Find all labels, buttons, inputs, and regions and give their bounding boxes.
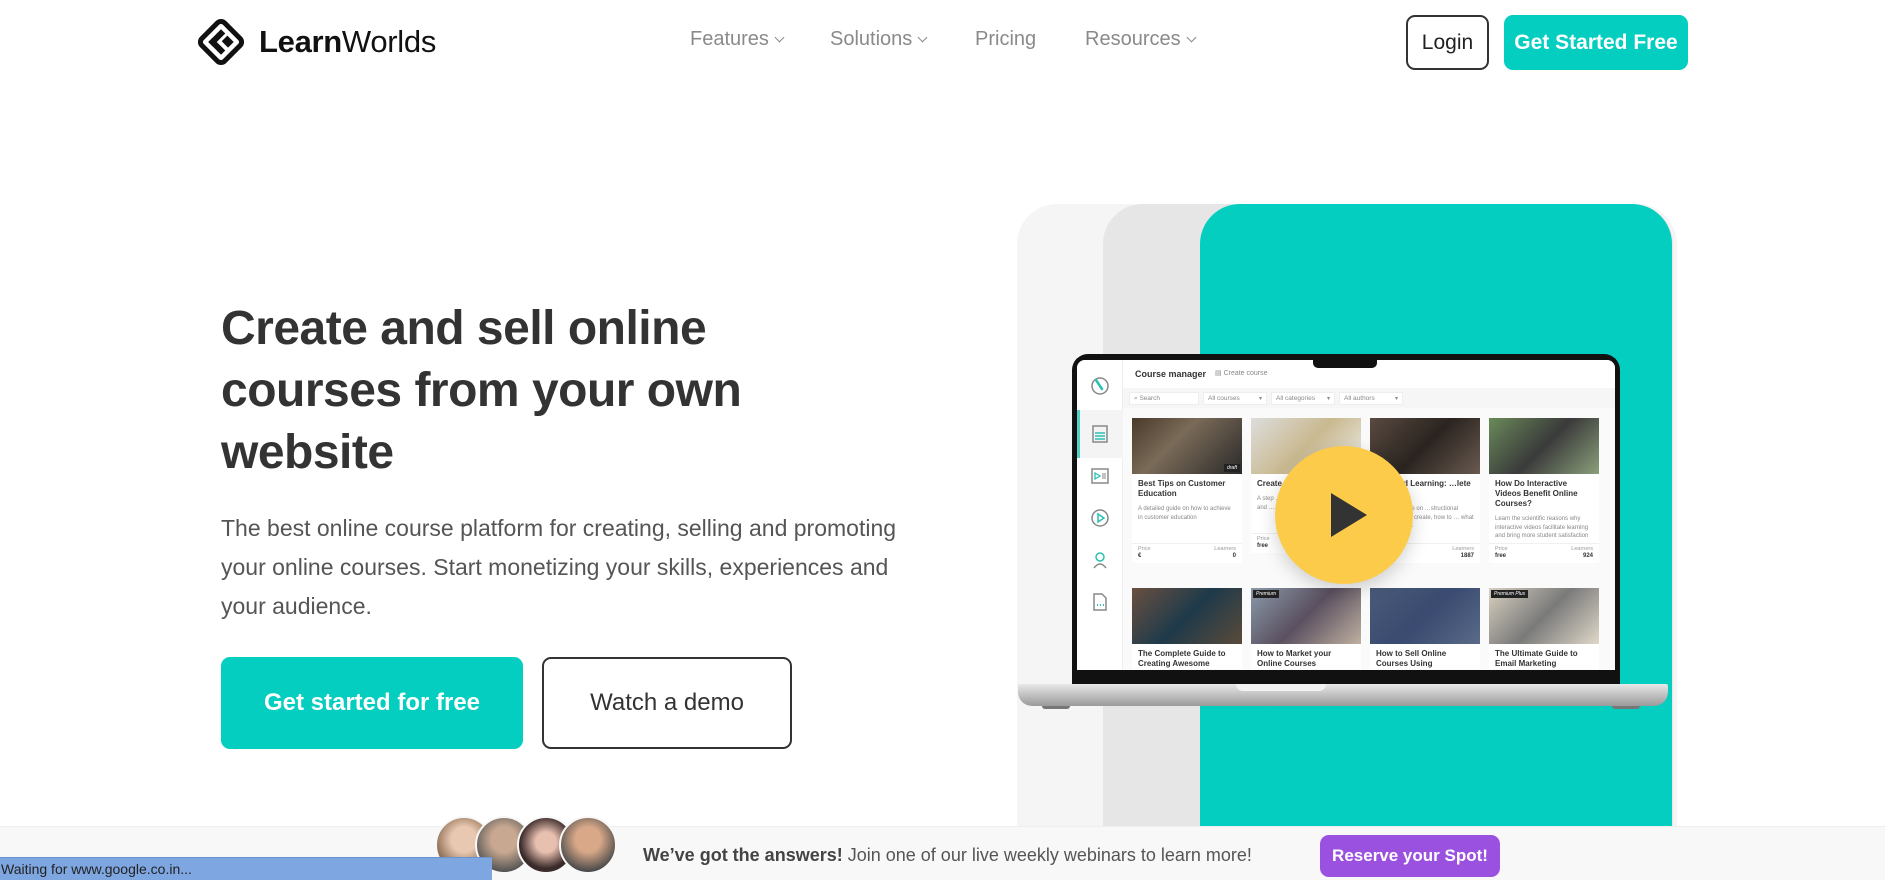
course-card[interactable]: How to Sell Online Courses Using: [1370, 588, 1480, 669]
course-footer: Price free Learners 924: [1489, 543, 1599, 563]
course-title: How to Market your Online Courses: [1257, 649, 1332, 668]
video-list-icon: [1091, 468, 1109, 484]
courses-icon: [1092, 425, 1108, 443]
course-title: The Ultimate Guide to Email Marketing: [1495, 649, 1578, 668]
learners-value: 924: [1582, 553, 1593, 559]
course-card[interactable]: Premium How to Market your Online Course…: [1251, 588, 1361, 669]
nav-pricing-label: Pricing: [975, 28, 1037, 50]
course-desc: Learn the scientific reasons why interac…: [1495, 516, 1589, 539]
course-card[interactable]: draft Best Tips on Customer Education A …: [1132, 418, 1242, 563]
filter-all-courses[interactable]: All courses ▾: [1203, 392, 1267, 405]
laptop-notch: [1313, 356, 1377, 368]
learners-value: 1887: [1460, 553, 1474, 559]
price-value: free: [1257, 543, 1269, 549]
premium-tag: Premium: [1253, 590, 1280, 598]
app-title: Course manager: [1135, 369, 1207, 379]
browser-status-bar: Waiting for www.google.co.in...: [0, 857, 492, 880]
course-title: How to Sell Online Courses Using: [1376, 649, 1447, 668]
course-title: How Do Interactive Videos Benefit Online…: [1495, 479, 1578, 508]
filter-label: All categories: [1276, 395, 1316, 402]
chevron-down-icon: [774, 32, 785, 43]
webinar-message: We’ve got the answers! Join one of our l…: [643, 845, 1252, 866]
get-started-for-free-button[interactable]: Get started for free: [221, 657, 523, 749]
course-card[interactable]: Premium Plus The Ultimate Guide to Email…: [1489, 588, 1599, 669]
login-button[interactable]: Login: [1406, 15, 1489, 70]
chevron-down-icon: [1186, 32, 1197, 43]
speedometer-icon: [1091, 377, 1109, 395]
create-course-label: Create course: [1223, 370, 1268, 377]
price-value: free: [1495, 553, 1507, 559]
price-label: Price: [1138, 546, 1151, 552]
course-card[interactable]: The Complete Guide to Creating Awesome: [1132, 588, 1242, 669]
learnworlds-logo-icon: [197, 18, 245, 66]
nav-resources-label: Resources: [1085, 28, 1181, 50]
course-footer: Price € Learners 0: [1132, 543, 1242, 563]
webinar-headline: We’ve got the answers!: [643, 845, 843, 865]
webinar-body: Join one of our live weekly webinars to …: [842, 845, 1252, 865]
filter-all-categories[interactable]: All categories ▾: [1271, 392, 1335, 405]
draft-tag: draft: [1223, 464, 1240, 472]
watch-demo-button[interactable]: Watch a demo: [542, 657, 792, 749]
play-icon: [1331, 493, 1367, 537]
play-circle-icon: [1091, 509, 1109, 527]
course-thumbnail: Premium: [1251, 588, 1361, 644]
logo-text: LearnWorlds: [259, 24, 436, 60]
filter-label: All courses: [1208, 395, 1240, 402]
course-title: The Complete Guide to Creating Awesome: [1138, 649, 1226, 668]
course-thumbnail: [1370, 588, 1480, 644]
nav-features-label: Features: [690, 28, 769, 50]
app-filters: ⌕ Search All courses ▾ All categories ▾ Al…: [1123, 388, 1615, 408]
learners-label: Learners: [1214, 546, 1236, 552]
caret-down-icon: ▾: [1394, 396, 1398, 402]
logo-text-bold: Learn: [259, 24, 342, 59]
avatar: [559, 816, 617, 874]
price-label: Price: [1257, 536, 1270, 542]
learners-label: Learners: [1571, 546, 1593, 552]
course-thumbnail: draft: [1132, 418, 1242, 474]
app-sidebar: [1077, 360, 1123, 670]
laptop-base: [1018, 684, 1668, 706]
logo[interactable]: LearnWorlds: [195, 16, 436, 68]
caret-down-icon: ▾: [1326, 396, 1330, 402]
search-placeholder: Search: [1139, 395, 1161, 402]
create-course-link[interactable]: ▤ Create course: [1215, 369, 1268, 377]
course-card[interactable]: How Do Interactive Videos Benefit Online…: [1489, 418, 1599, 563]
logo-text-light: Worlds: [341, 24, 437, 59]
learners-label: Learners: [1452, 546, 1474, 552]
course-title: Best Tips on Customer Education: [1138, 479, 1226, 498]
caret-down-icon: ▾: [1258, 396, 1262, 402]
user-icon: [1093, 552, 1107, 569]
nav-pricing[interactable]: Pricing: [975, 28, 1036, 51]
learners-value: 0: [1232, 553, 1236, 559]
reserve-spot-button[interactable]: Reserve your Spot!: [1320, 835, 1500, 877]
filter-all-authors[interactable]: All authors ▾: [1339, 392, 1403, 405]
course-desc: A detailed guide on how to achieve in cu…: [1138, 506, 1231, 521]
course-thumbnail: [1132, 588, 1242, 644]
file-icon: [1093, 593, 1107, 611]
mockup-search-input[interactable]: ⌕ Search: [1129, 392, 1199, 405]
hero-subtitle: The best online course platform for crea…: [221, 515, 897, 619]
nav-resources[interactable]: Resources: [1085, 28, 1197, 51]
laptop-foot: [1612, 706, 1640, 709]
course-thumbnail: Premium Plus: [1489, 588, 1599, 644]
nav-features[interactable]: Features: [690, 28, 785, 51]
get-started-free-button[interactable]: Get Started Free: [1504, 15, 1688, 70]
hero-title: Create and sell online courses from your…: [221, 302, 742, 479]
filter-label: All authors: [1344, 395, 1375, 402]
premium-plus-tag: Premium Plus: [1491, 590, 1529, 598]
play-video-button[interactable]: [1275, 446, 1413, 584]
course-thumbnail: [1489, 418, 1599, 474]
chevron-down-icon: [917, 32, 928, 43]
nav-solutions[interactable]: Solutions: [830, 28, 928, 51]
laptop-lip: [1236, 684, 1326, 691]
price-label: Price: [1495, 546, 1508, 552]
laptop-foot: [1042, 706, 1070, 709]
nav-solutions-label: Solutions: [830, 28, 913, 50]
price-value: €: [1138, 553, 1142, 559]
